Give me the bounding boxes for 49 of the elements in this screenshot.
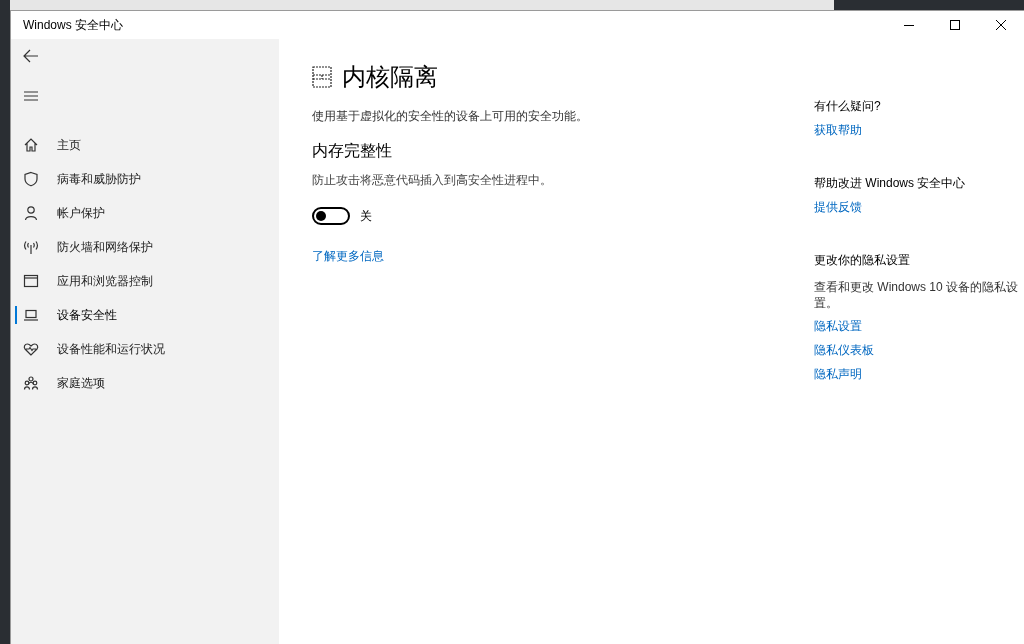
section-description: 防止攻击将恶意代码插入到高安全性进程中。: [312, 172, 553, 189]
page-title: 内核隔离: [342, 62, 438, 92]
home-icon: [23, 137, 39, 153]
person-icon: [23, 205, 39, 221]
minimize-icon: [904, 24, 914, 26]
aside-link[interactable]: 隐私仪表板: [814, 341, 874, 359]
menu-icon: [24, 91, 38, 101]
sidebar-item[interactable]: 防火墙和网络保护: [11, 230, 279, 264]
sidebar-item-label: 设备性能和运行状况: [57, 341, 165, 358]
page-description: 使用基于虚拟化的安全性的设备上可用的安全功能。: [312, 108, 589, 125]
learn-more-link[interactable]: 了解更多信息: [312, 247, 384, 265]
family-icon: [23, 375, 39, 391]
chip-icon: [312, 66, 332, 88]
section-title: 内存完整性: [312, 141, 393, 161]
window-title: Windows 安全中心: [23, 17, 123, 34]
aside-link[interactable]: 获取帮助: [814, 121, 862, 139]
shield-icon: [23, 171, 39, 187]
back-arrow-icon: [23, 49, 39, 63]
sidebar-item[interactable]: 家庭选项: [11, 366, 279, 400]
antenna-icon: [23, 239, 39, 255]
close-icon: [996, 20, 1006, 30]
sidebar-item-label: 病毒和威胁防护: [57, 171, 141, 188]
sidebar-item-label: 设备安全性: [57, 307, 117, 324]
sidebar-item[interactable]: 主页: [11, 128, 279, 162]
aside-heading: 有什么疑问?: [814, 98, 882, 115]
sidebar-item[interactable]: 设备性能和运行状况: [11, 332, 279, 366]
sidebar-item-label: 主页: [57, 137, 81, 154]
maximize-icon: [950, 20, 960, 30]
aside-link[interactable]: 提供反馈: [814, 198, 862, 216]
sidebar-item[interactable]: 应用和浏览器控制: [11, 264, 279, 298]
window-icon: [23, 273, 39, 289]
aside-link[interactable]: 隐私设置: [814, 317, 862, 335]
toggle-switch[interactable]: [312, 207, 350, 225]
sidebar-item[interactable]: 帐户保护: [11, 196, 279, 230]
sidebar-item-label: 应用和浏览器控制: [57, 273, 153, 290]
sidebar-item-label: 家庭选项: [57, 375, 105, 392]
aside-heading: 更改你的隐私设置: [814, 252, 911, 269]
toggle-thumb: [316, 211, 326, 221]
aside-link[interactable]: 隐私声明: [814, 365, 862, 383]
laptop-icon: [23, 307, 39, 323]
toggle-label: 关: [360, 208, 372, 225]
sidebar-item[interactable]: 病毒和威胁防护: [11, 162, 279, 196]
sidebar-item-label: 防火墙和网络保护: [57, 239, 153, 256]
sidebar-item[interactable]: 设备安全性: [11, 298, 279, 332]
selection-indicator: [15, 306, 17, 324]
sidebar-item-label: 帐户保护: [57, 205, 105, 222]
aside-text: 查看和更改 Windows 10 设备的隐私设置。: [814, 279, 1019, 311]
heart-icon: [23, 341, 39, 357]
aside-heading: 帮助改进 Windows 安全中心: [814, 175, 967, 192]
